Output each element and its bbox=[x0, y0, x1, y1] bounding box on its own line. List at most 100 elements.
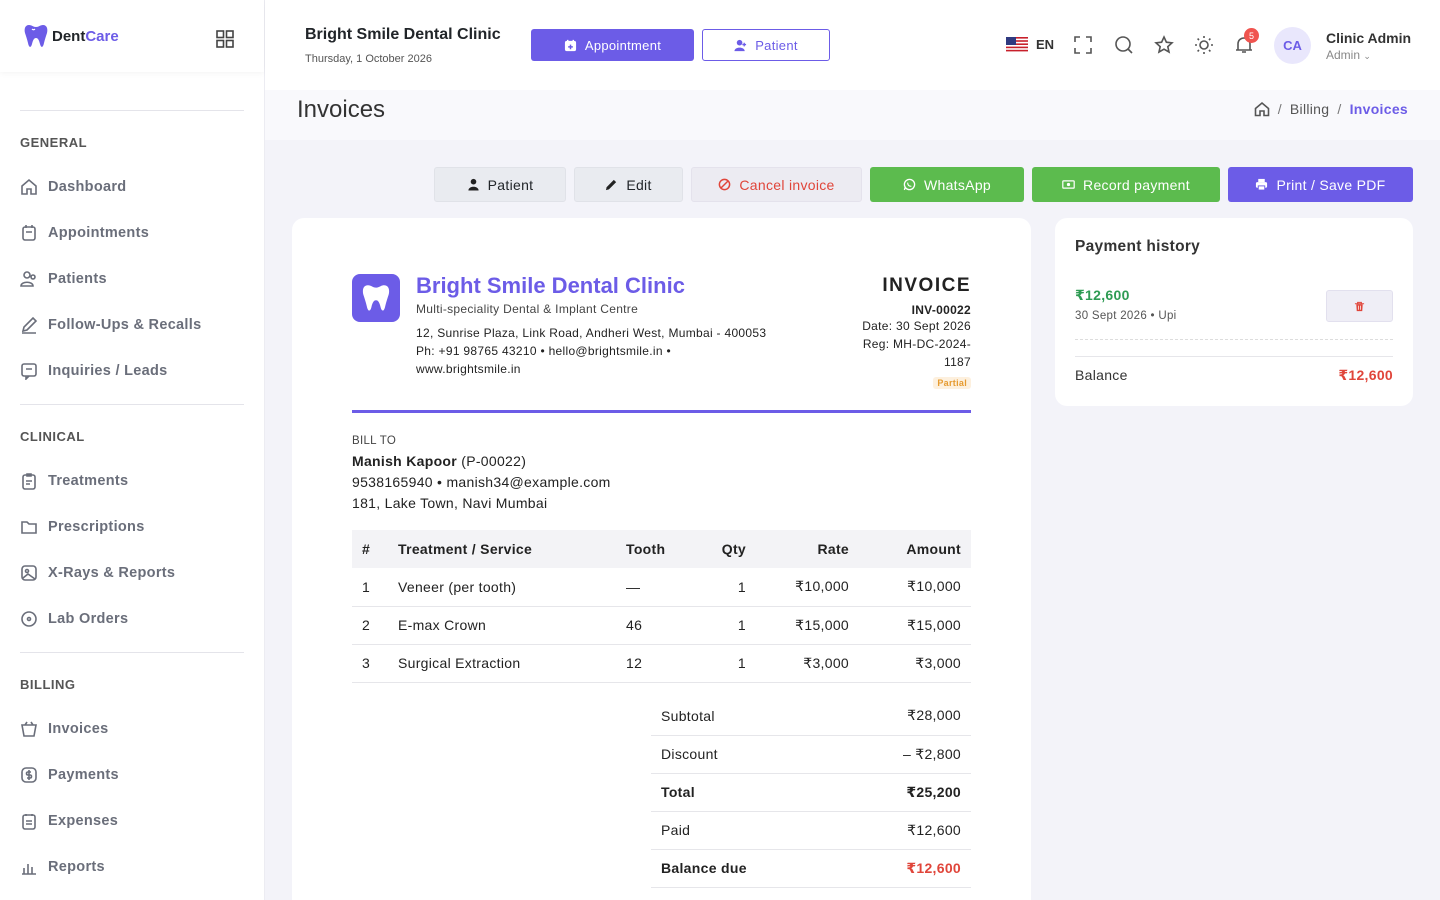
discount-label: Discount bbox=[651, 735, 836, 774]
balance-label: Balance bbox=[1075, 367, 1128, 383]
patient-name: Manish Kapoor bbox=[352, 453, 458, 469]
table-cell: E-max Crown bbox=[388, 606, 616, 645]
table-cell: 3 bbox=[352, 644, 388, 683]
nav-section-title: BILLING bbox=[20, 677, 76, 692]
payment-history-card: Payment history ₹12,600 30 Sept 2026 • U… bbox=[1055, 218, 1413, 406]
balance-due-value: ₹12,600 bbox=[835, 849, 971, 888]
whatsapp-icon bbox=[903, 178, 916, 191]
basket-icon bbox=[21, 721, 37, 737]
sidebar-item-appointments[interactable]: Appointments bbox=[20, 210, 244, 256]
record-payment-label: Record payment bbox=[1083, 176, 1190, 193]
user-plus-icon bbox=[734, 39, 747, 51]
cancel-invoice-label: Cancel invoice bbox=[739, 176, 835, 193]
nav-divider bbox=[20, 404, 244, 405]
sidebar-item-treatments[interactable]: Treatments bbox=[20, 458, 244, 504]
sidebar-item-followups[interactable]: Follow-Ups & Recalls bbox=[20, 302, 244, 348]
avatar[interactable]: CA bbox=[1274, 27, 1311, 64]
table-cell: 1 bbox=[352, 568, 388, 607]
print-pdf-label: Print / Save PDF bbox=[1276, 176, 1386, 193]
brand[interactable]: DentCare bbox=[0, 0, 264, 72]
invoice-header-divider bbox=[352, 410, 971, 413]
invoice-meta: INVOICE INV-00022 Date: 30 Sept 2026 Reg… bbox=[811, 275, 971, 391]
sidebar-item-expenses[interactable]: Expenses bbox=[20, 798, 244, 844]
current-date: Thursday, 1 October 2026 bbox=[305, 53, 432, 65]
user-role[interactable]: Admin ⌄ bbox=[1326, 48, 1371, 62]
delete-payment-button[interactable] bbox=[1326, 290, 1393, 322]
sidebar-item-lab-orders[interactable]: Lab Orders bbox=[20, 596, 244, 642]
sidebar-item-invoices[interactable]: Invoices bbox=[20, 706, 244, 752]
payment-divider bbox=[1075, 339, 1393, 340]
subtotal-label: Subtotal bbox=[651, 697, 836, 736]
cancel-invoice-button[interactable]: Cancel invoice bbox=[691, 167, 862, 202]
new-appointment-button[interactable]: Appointment bbox=[531, 29, 694, 61]
table-cell: ₹15,000 bbox=[859, 606, 971, 645]
search-icon[interactable] bbox=[1114, 35, 1134, 55]
message-icon bbox=[21, 363, 37, 380]
table-cell: — bbox=[616, 568, 696, 607]
notification-bell-icon[interactable]: 5 bbox=[1234, 28, 1259, 55]
star-icon[interactable] bbox=[1154, 35, 1174, 55]
table-cell: ₹3,000 bbox=[859, 644, 971, 683]
sidebar-item-label: Patients bbox=[48, 271, 107, 287]
sidebar-item-label: Invoices bbox=[48, 721, 109, 737]
brand-name: DentCare bbox=[52, 27, 119, 45]
clipboard-icon bbox=[22, 473, 36, 490]
whatsapp-button[interactable]: WhatsApp bbox=[870, 167, 1024, 202]
patient-contact: 9538165940 • manish34@example.com bbox=[352, 474, 611, 490]
user-icon bbox=[468, 178, 479, 191]
invoice-items-table: # Treatment / Service Tooth Qty Rate Amo… bbox=[352, 530, 971, 683]
sidebar-nav: GENERAL Dashboard Appointments Patients … bbox=[0, 72, 264, 900]
sidebar-item-label: Prescriptions bbox=[48, 519, 145, 535]
user-name[interactable]: Clinic Admin bbox=[1326, 30, 1411, 46]
new-patient-button[interactable]: Patient bbox=[702, 29, 830, 61]
balance-value: ₹12,600 bbox=[1338, 367, 1393, 383]
column-header: # bbox=[352, 530, 388, 568]
sidebar-item-payments[interactable]: Payments bbox=[20, 752, 244, 798]
table-cell: 1 bbox=[696, 606, 756, 645]
edit-invoice-button[interactable]: Edit bbox=[574, 167, 683, 202]
home-icon[interactable] bbox=[1254, 101, 1270, 117]
status-badge: Partial bbox=[933, 377, 971, 389]
table-cell: 2 bbox=[352, 606, 388, 645]
payment-history-title: Payment history bbox=[1075, 238, 1201, 255]
page-header: Invoices / Billing / Invoices bbox=[265, 90, 1440, 140]
sidebar-item-label: Lab Orders bbox=[48, 611, 129, 627]
sidebar-item-reports[interactable]: Reports bbox=[20, 844, 244, 890]
sidebar-item-label: Payments bbox=[48, 767, 119, 783]
pencil-icon bbox=[606, 179, 617, 191]
tooth-logo-icon bbox=[24, 25, 48, 47]
nav-divider bbox=[20, 652, 244, 653]
trash-icon bbox=[1354, 301, 1365, 311]
table-row: 1 Veneer (per tooth) — 1 ₹10,000 ₹10,000 bbox=[352, 568, 971, 607]
breadcrumb-billing[interactable]: Billing bbox=[1290, 101, 1329, 117]
breadcrumb-separator: / bbox=[1337, 101, 1342, 117]
invoice-clinic-address: 12, Sunrise Plaza, Link Road, Andheri We… bbox=[416, 324, 806, 378]
sidebar-item-label: Inquiries / Leads bbox=[48, 363, 168, 379]
sidebar-item-prescriptions[interactable]: Prescriptions bbox=[20, 504, 244, 550]
table-cell: 1 bbox=[696, 644, 756, 683]
sidebar-item-patients[interactable]: Patients bbox=[20, 256, 244, 302]
theme-sun-icon[interactable] bbox=[1194, 35, 1214, 55]
page-title: Invoices bbox=[297, 96, 386, 123]
sidebar-item-xrays[interactable]: X-Rays & Reports bbox=[20, 550, 244, 596]
sidebar-item-inquiries[interactable]: Inquiries / Leads bbox=[20, 348, 244, 394]
record-payment-button[interactable]: Record payment bbox=[1032, 167, 1220, 202]
balance-due-row: Balance due ₹12,600 bbox=[651, 849, 971, 888]
breadcrumb-separator: / bbox=[1277, 101, 1282, 117]
view-patient-button[interactable]: Patient bbox=[434, 167, 566, 202]
invoice-totals-table: Subtotal ₹28,000 Discount – ₹2,800 Total… bbox=[651, 697, 971, 888]
pencil-icon bbox=[21, 316, 38, 334]
print-pdf-button[interactable]: Print / Save PDF bbox=[1228, 167, 1413, 202]
subtotal-value: ₹28,000 bbox=[835, 697, 971, 736]
table-cell: Surgical Extraction bbox=[388, 644, 616, 683]
table-cell: 1 bbox=[696, 568, 756, 607]
sidebar-item-dashboard[interactable]: Dashboard bbox=[20, 164, 244, 210]
fullscreen-icon[interactable] bbox=[1073, 35, 1093, 55]
folder-icon bbox=[21, 521, 37, 534]
grid-menu-icon[interactable] bbox=[216, 30, 234, 48]
invoice-clinic-tagline: Multi-speciality Dental & Implant Centre bbox=[416, 302, 639, 316]
paid-row: Paid ₹12,600 bbox=[651, 811, 971, 850]
language-selector[interactable]: EN bbox=[1006, 37, 1054, 52]
chevron-down-icon: ⌄ bbox=[1363, 51, 1371, 61]
clinic-title: Bright Smile Dental Clinic bbox=[305, 26, 501, 43]
